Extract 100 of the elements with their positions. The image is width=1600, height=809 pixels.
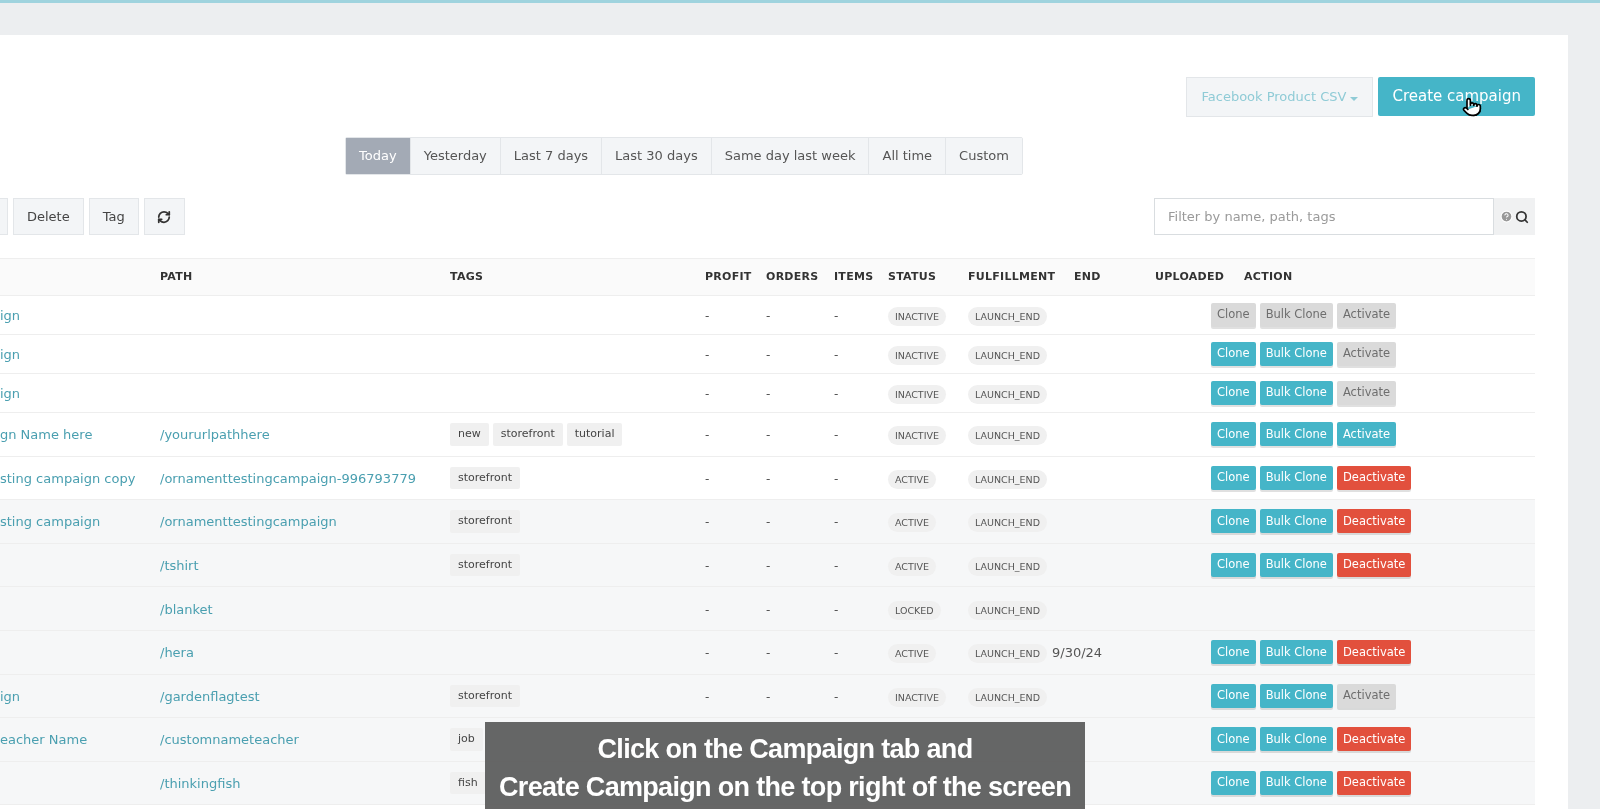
caption-text: Click on the Campaign tab and bbox=[597, 733, 973, 766]
campaign-name-link[interactable]: ign bbox=[0, 688, 21, 704]
date-tab[interactable]: All time bbox=[868, 138, 946, 174]
date-tab[interactable]: Today bbox=[346, 138, 410, 174]
deactivate-button[interactable]: Deactivate bbox=[1336, 553, 1412, 578]
table-cell: - bbox=[834, 602, 839, 617]
column-header: PROFIT bbox=[705, 268, 753, 285]
status-badge: INACTIVE bbox=[888, 307, 946, 326]
create-campaign-button[interactable]: Create campaign bbox=[1378, 77, 1535, 116]
clone-button[interactable]: Clone bbox=[1211, 553, 1256, 578]
status-badge: ACTIVE bbox=[888, 513, 937, 533]
end-date: 9/30/24 bbox=[1052, 645, 1103, 661]
clone-button[interactable]: Bulk Clone bbox=[1259, 422, 1333, 447]
column-header: ACTION bbox=[1244, 268, 1294, 285]
fulfillment-badge: LAUNCH_END bbox=[968, 513, 1048, 533]
fulfillment-badge: LAUNCH_END bbox=[968, 469, 1048, 489]
date-tab[interactable]: Last 30 days bbox=[601, 138, 711, 174]
path-link[interactable]: /thinkingfish bbox=[160, 776, 241, 792]
clone-button[interactable]: Clone bbox=[1211, 509, 1256, 534]
tag-chip: storefront bbox=[450, 466, 520, 490]
column-header: FULFILLMENT bbox=[968, 268, 1057, 285]
clone-button[interactable]: Bulk Clone bbox=[1259, 727, 1333, 752]
deactivate-button[interactable]: Deactivate bbox=[1336, 465, 1412, 490]
clone-button[interactable]: Bulk Clone bbox=[1259, 342, 1333, 366]
path-link[interactable]: /customnameteacher bbox=[160, 732, 299, 748]
table-cell: - bbox=[705, 348, 710, 362]
path-link[interactable]: /ornamenttestingcampaign bbox=[160, 514, 337, 530]
clone-button[interactable]: Bulk Clone bbox=[1259, 465, 1333, 490]
column-header: STATUS bbox=[888, 268, 938, 285]
toolbar-button[interactable]: Tag bbox=[88, 198, 139, 235]
column-header: ITEMS bbox=[834, 268, 875, 285]
path-link[interactable]: /gardenflagtest bbox=[160, 688, 260, 704]
clone-button[interactable]: Bulk Clone bbox=[1259, 771, 1333, 796]
path-link[interactable]: /blanket bbox=[160, 601, 213, 617]
tag-chip: new bbox=[450, 423, 489, 446]
status-badge: INACTIVE bbox=[888, 346, 946, 365]
clone-button[interactable]: Clone bbox=[1211, 727, 1256, 752]
date-tab[interactable]: Custom bbox=[945, 138, 1022, 174]
path-link[interactable]: /tshirt bbox=[160, 558, 199, 574]
status-badge: INACTIVE bbox=[888, 687, 946, 707]
tag-chip: storefront bbox=[492, 423, 563, 446]
campaign-name-link[interactable]: ign bbox=[0, 308, 21, 323]
campaign-name-link[interactable]: ign bbox=[0, 347, 21, 362]
deactivate-button[interactable]: Deactivate bbox=[1336, 727, 1412, 752]
table-cell: - bbox=[766, 309, 771, 323]
clone-button[interactable]: Bulk Clone bbox=[1259, 509, 1333, 534]
path-link[interactable]: /ornamenttestingcampaign-996793779 bbox=[160, 470, 416, 486]
table-cell: - bbox=[705, 646, 710, 661]
tag-chip: storefront bbox=[450, 684, 520, 708]
table-cell: - bbox=[705, 309, 710, 323]
campaign-name-link[interactable]: gn Name here bbox=[0, 427, 93, 443]
clone-button[interactable]: Bulk Clone bbox=[1259, 640, 1333, 665]
clone-button[interactable]: Clone bbox=[1211, 640, 1256, 665]
table-cell: - bbox=[705, 559, 710, 574]
clone-button[interactable]: Bulk Clone bbox=[1259, 683, 1333, 708]
table-cell: - bbox=[705, 428, 710, 443]
clone-button[interactable]: Clone bbox=[1211, 465, 1256, 490]
activate-button[interactable]: Activate bbox=[1336, 422, 1397, 447]
tag-chip: fish bbox=[450, 771, 486, 795]
table-cell: - bbox=[766, 387, 771, 401]
path-link[interactable]: /yoururlpathhere bbox=[160, 427, 270, 443]
table-cell: - bbox=[766, 689, 771, 704]
clone-button[interactable]: Clone bbox=[1211, 422, 1256, 447]
fulfillment-badge: LAUNCH_END bbox=[968, 385, 1048, 404]
help-icon bbox=[1500, 210, 1513, 223]
toolbar-button[interactable]: Delete bbox=[13, 198, 84, 235]
refresh-icon bbox=[157, 209, 172, 224]
clone-button[interactable]: Clone bbox=[1211, 342, 1256, 366]
caption-text: Create Campaign on the top right of the screen bbox=[499, 771, 1071, 804]
table-cell: - bbox=[766, 471, 771, 486]
date-tab[interactable]: Yesterday bbox=[409, 138, 500, 174]
campaign-name-link[interactable]: ign bbox=[0, 386, 21, 401]
status-badge: INACTIVE bbox=[888, 385, 946, 404]
export-dropdown[interactable]: Facebook Product CSV bbox=[1186, 77, 1374, 117]
deactivate-button[interactable]: Deactivate bbox=[1336, 509, 1412, 534]
table-cell: - bbox=[834, 428, 839, 443]
clone-button[interactable]: Bulk Clone bbox=[1259, 381, 1333, 405]
caret-icon bbox=[1350, 96, 1359, 101]
fulfillment-badge: LAUNCH_END bbox=[968, 644, 1048, 664]
table-cell: - bbox=[834, 689, 839, 704]
deactivate-button[interactable]: Deactivate bbox=[1336, 771, 1412, 796]
clone-button[interactable]: Clone bbox=[1211, 381, 1256, 405]
status-badge: LOCKED bbox=[888, 600, 941, 620]
campaign-name-link[interactable]: sting campaign bbox=[0, 514, 101, 530]
clone-button[interactable]: Bulk Clone bbox=[1259, 553, 1333, 578]
table-cell: - bbox=[766, 602, 771, 617]
clone-button[interactable]: Clone bbox=[1211, 771, 1256, 796]
refresh-button[interactable] bbox=[143, 198, 185, 235]
path-link[interactable]: /hera bbox=[160, 645, 194, 661]
status-badge: ACTIVE bbox=[888, 469, 937, 489]
campaign-name-link[interactable]: eacher Name bbox=[0, 732, 88, 748]
campaign-name-link[interactable]: sting campaign copy bbox=[0, 470, 136, 486]
deactivate-button[interactable]: Deactivate bbox=[1336, 640, 1412, 665]
search-icon bbox=[1515, 209, 1529, 224]
date-tab[interactable]: Same day last week bbox=[710, 138, 869, 174]
table-cell: - bbox=[834, 559, 839, 574]
clone-button[interactable]: Clone bbox=[1211, 683, 1256, 708]
fulfillment-badge: LAUNCH_END bbox=[968, 346, 1048, 365]
date-tab[interactable]: Last 7 days bbox=[499, 138, 602, 174]
status-badge: INACTIVE bbox=[888, 426, 946, 446]
